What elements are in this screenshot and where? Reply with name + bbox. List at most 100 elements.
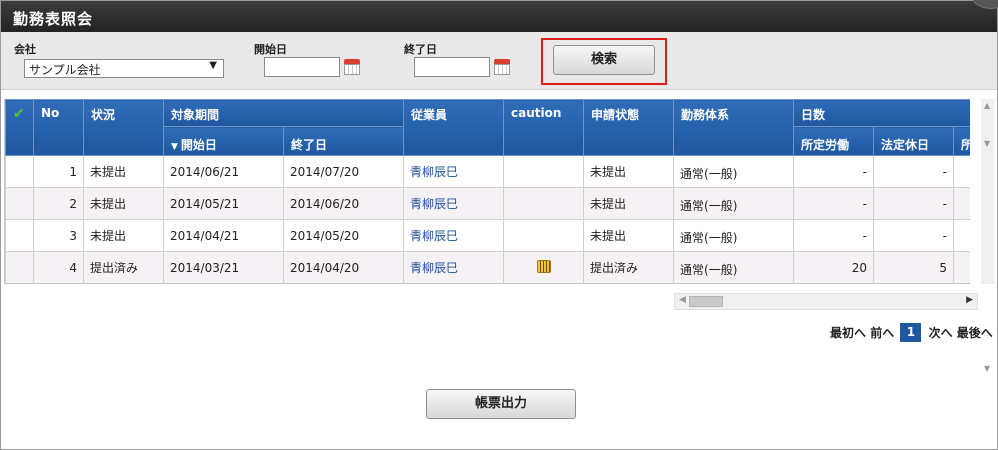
header-caution[interactable]: caution (503, 99, 585, 156)
header-no[interactable]: No (33, 99, 84, 156)
end-date-label: 終了日 (404, 43, 437, 56)
pager: 最初へ 前へ 1 次へ 最後へ (830, 323, 993, 342)
scroll-right-icon[interactable]: ▶ (966, 295, 973, 305)
row-no: 3 (33, 219, 84, 252)
row-employee-link[interactable]: 青柳辰巳 (403, 187, 505, 220)
scroll-up-icon[interactable]: ▲ (984, 101, 990, 110)
header-employee[interactable]: 従業員 (403, 99, 505, 156)
header-period: 対象期間 (162, 99, 405, 127)
header-prescribed-cut[interactable]: 所定 (953, 126, 970, 156)
check-icon: ✔ (13, 106, 25, 122)
header-application[interactable]: 申請状態 (583, 99, 675, 156)
pager-next-link[interactable]: 次へ (929, 324, 953, 341)
row-employee-link[interactable]: 青柳辰巳 (403, 155, 505, 188)
row-end: 2014/07/20 (282, 155, 405, 188)
row-caution (503, 219, 585, 252)
end-calendar-icon[interactable] (494, 59, 510, 75)
row-application: 提出済み (583, 251, 675, 283)
attendance-table: ✔ No 状況 対象期間 従業員 caution 申請状態 勤務体系 日数 ▼ 開… (4, 99, 970, 284)
row-legal-holiday: - (873, 187, 955, 220)
report-output-button[interactable]: 帳票出力 (426, 389, 576, 419)
header-status[interactable]: 状況 (83, 99, 164, 156)
row-application: 未提出 (583, 155, 675, 188)
title-bar: 勤務表照会 (1, 0, 998, 32)
scroll-down-end-icon[interactable]: ▼ (984, 364, 990, 373)
row-no: 4 (33, 251, 84, 283)
start-calendar-icon[interactable] (344, 59, 360, 75)
row-select-cell[interactable] (5, 251, 34, 283)
row-caution (503, 187, 585, 220)
header-end-date[interactable]: 終了日 (282, 126, 405, 156)
start-date-input[interactable] (264, 57, 340, 77)
row-prescribed-work: - (793, 187, 875, 220)
row-prescribed-cut (953, 187, 970, 220)
company-label: 会社 (14, 43, 36, 56)
row-status: 提出済み (83, 251, 164, 283)
header-start-date[interactable]: ▼ 開始日 (163, 126, 284, 156)
row-work-system: 通常(一般) (673, 155, 795, 188)
search-panel: 会社 サンプル会社 ▼ 開始日 終了日 (1, 32, 997, 90)
row-employee-link[interactable]: 青柳辰巳 (403, 251, 505, 283)
header-prescribed-work[interactable]: 所定労働 (793, 126, 875, 156)
row-start: 2014/05/21 (163, 187, 284, 220)
company-select-value: サンプル会社 (29, 63, 101, 77)
horizontal-scroll-thumb[interactable] (689, 296, 723, 307)
row-prescribed-work: - (793, 219, 875, 252)
horizontal-scrollbar[interactable]: ◀ ▶ (674, 293, 978, 310)
row-application: 未提出 (583, 187, 675, 220)
row-work-system: 通常(一般) (673, 219, 795, 252)
row-no: 1 (33, 155, 84, 188)
row-select-cell[interactable] (5, 187, 34, 220)
row-prescribed-cut (953, 251, 970, 283)
row-work-system: 通常(一般) (673, 251, 795, 283)
row-work-system: 通常(一般) (673, 187, 795, 220)
vertical-scrollbar[interactable]: ▲ ▼ ▼ (981, 99, 995, 373)
scroll-left-icon[interactable]: ◀ (679, 295, 686, 305)
header-work-system[interactable]: 勤務体系 (673, 99, 795, 156)
row-status: 未提出 (83, 219, 164, 252)
pager-first-link[interactable]: 最初へ (830, 324, 866, 341)
row-legal-holiday: - (873, 155, 955, 188)
table-row[interactable]: 1 未提出 2014/06/21 2014/07/20 青柳辰巳 未提出 通常(… (5, 155, 970, 188)
row-prescribed-cut (953, 219, 970, 252)
header-legal-holiday[interactable]: 法定休日 (873, 126, 955, 156)
row-caution (503, 155, 585, 188)
row-prescribed-work: - (793, 155, 875, 188)
row-start: 2014/06/21 (163, 155, 284, 188)
row-prescribed-work: 20 (793, 251, 875, 283)
row-select-cell[interactable] (5, 155, 34, 188)
row-status: 未提出 (83, 187, 164, 220)
company-select[interactable]: サンプル会社 ▼ (24, 59, 224, 78)
sort-desc-icon: ▼ (171, 141, 178, 152)
table-row[interactable]: 2 未提出 2014/05/21 2014/06/20 青柳辰巳 未提出 通常(… (5, 187, 970, 220)
row-status: 未提出 (83, 155, 164, 188)
pager-last-link[interactable]: 最後へ (957, 324, 993, 341)
row-end: 2014/06/20 (282, 187, 405, 220)
row-employee-link[interactable]: 青柳辰巳 (403, 219, 505, 252)
row-legal-holiday: 5 (873, 251, 955, 283)
pager-prev-link[interactable]: 前へ (870, 324, 894, 341)
table-row[interactable]: 3 未提出 2014/04/21 2014/05/20 青柳辰巳 未提出 通常(… (5, 219, 970, 252)
dropdown-arrow-icon: ▼ (209, 60, 217, 71)
search-button[interactable]: 検索 (553, 45, 655, 75)
row-no: 2 (33, 187, 84, 220)
page-title: 勤務表照会 (13, 10, 94, 28)
row-select-cell[interactable] (5, 219, 34, 252)
row-application: 未提出 (583, 219, 675, 252)
window-corner-icon (971, 0, 998, 9)
table-row[interactable]: 4 提出済み 2014/03/21 2014/04/20 青柳辰巳 提出済み 通… (5, 251, 970, 283)
pager-current-page[interactable]: 1 (900, 323, 922, 342)
row-start: 2014/04/21 (163, 219, 284, 252)
row-end: 2014/04/20 (282, 251, 405, 283)
header-start-date-label: 開始日 (180, 137, 217, 152)
scroll-down-icon[interactable]: ▼ (984, 139, 990, 148)
row-legal-holiday: - (873, 219, 955, 252)
row-caution[interactable] (503, 251, 585, 283)
row-end: 2014/05/20 (282, 219, 405, 252)
caution-icon[interactable] (536, 259, 551, 273)
row-start: 2014/03/21 (163, 251, 284, 283)
header-days: 日数 (793, 99, 970, 127)
row-prescribed-cut (953, 155, 970, 188)
end-date-input[interactable] (414, 57, 490, 77)
select-all-header[interactable]: ✔ (5, 99, 34, 156)
